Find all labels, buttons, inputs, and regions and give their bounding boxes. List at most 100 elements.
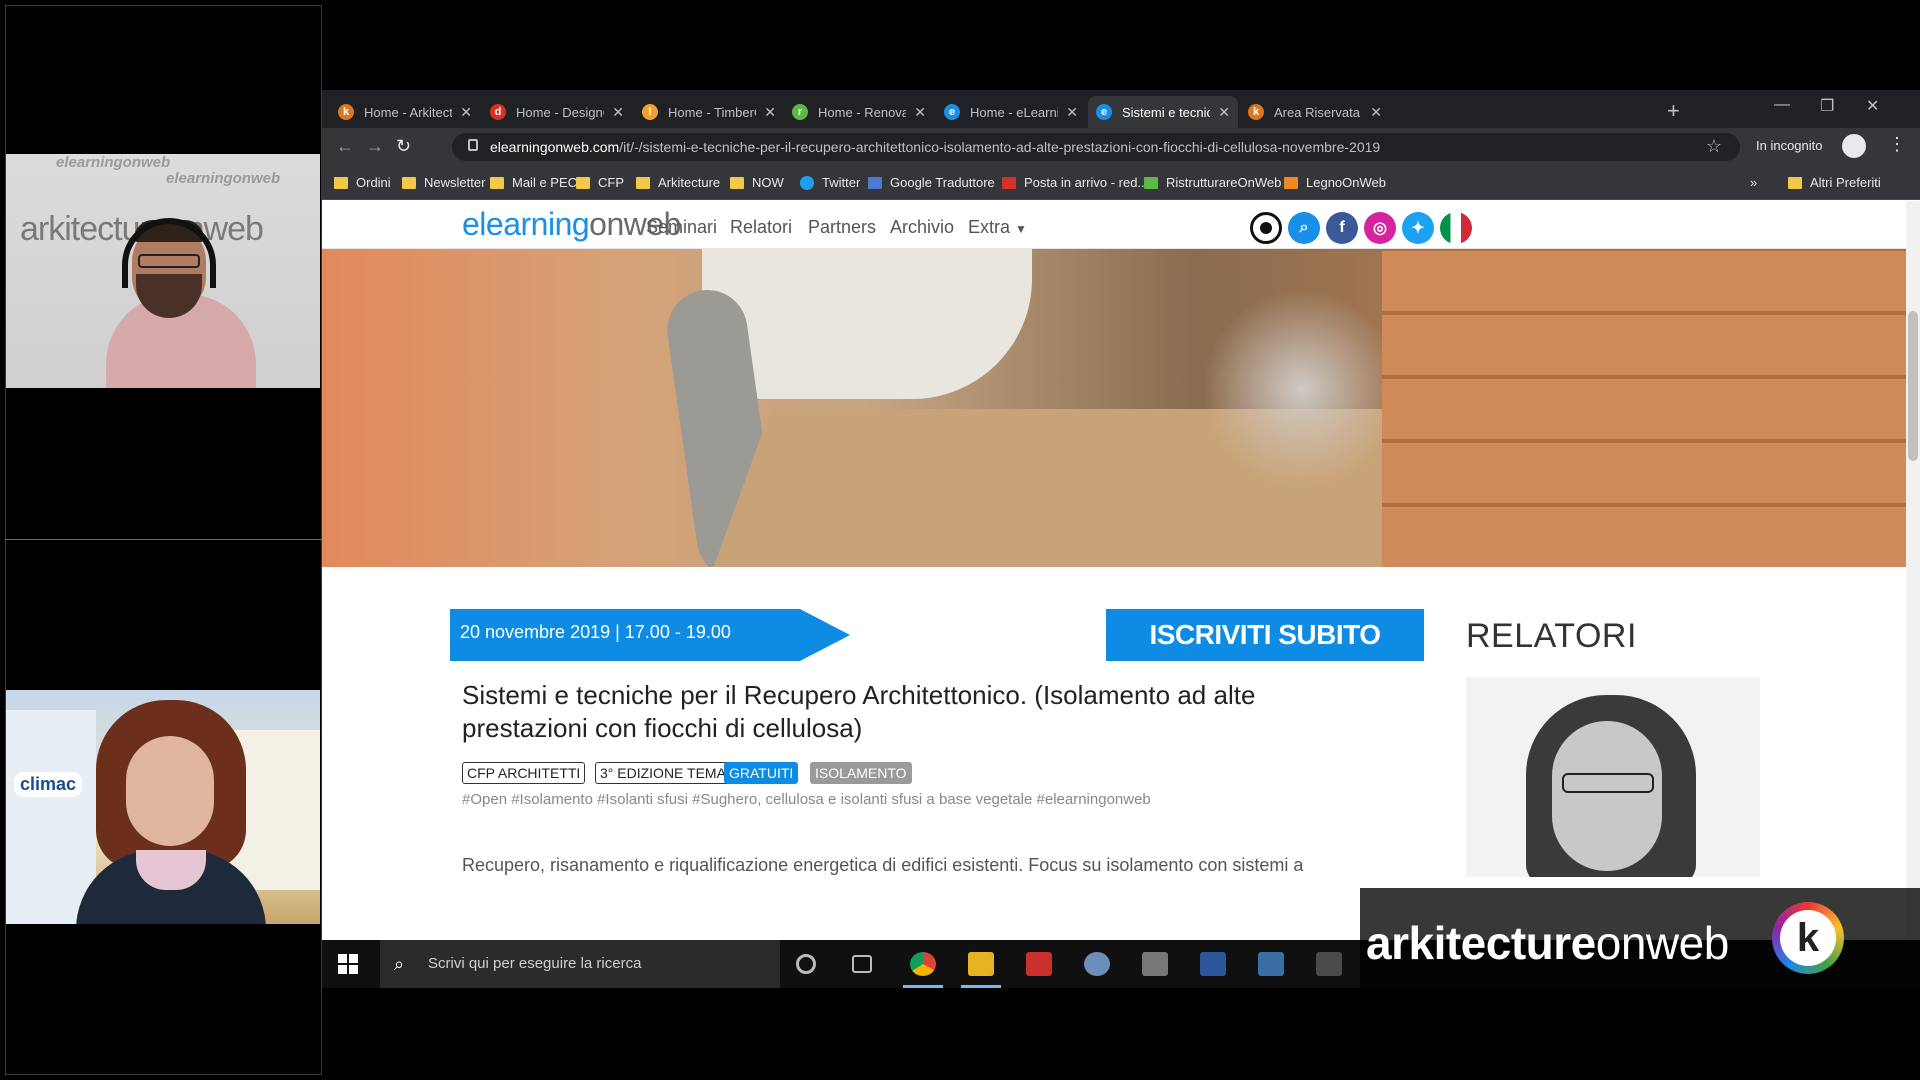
tag-gratuiti[interactable]: GRATUITI <box>724 762 799 784</box>
url-text: elearningonweb.com/it/-/sistemi-e-tecnic… <box>490 139 1380 155</box>
bookmark-item[interactable]: Arkitecture <box>636 175 720 190</box>
new-tab-button[interactable]: + <box>1667 98 1680 124</box>
bookmark-item[interactable]: NOW <box>730 175 784 190</box>
italian-flag-icon[interactable] <box>1440 212 1472 244</box>
nav-relatori[interactable]: Relatori <box>730 217 792 238</box>
address-bar[interactable]: elearningonweb.com/it/-/sistemi-e-tecnic… <box>452 133 1740 161</box>
timberon-icon: ! <box>642 104 658 120</box>
browser-tab[interactable]: e Home - eLearning ✕ <box>936 96 1086 128</box>
app-icon[interactable] <box>1084 952 1110 976</box>
incognito-icon[interactable] <box>1842 134 1866 158</box>
word-icon[interactable] <box>1200 952 1226 976</box>
bookmark-item[interactable]: RistrutturareOnWeb <box>1144 175 1281 190</box>
incognito-label: In incognito <box>1756 138 1823 153</box>
user-account-icon[interactable] <box>1250 212 1282 244</box>
web-page: elearning onweb Seminari Relatori Partner… <box>322 201 1920 988</box>
menu-icon[interactable]: ⋮ <box>1888 134 1906 155</box>
nav-extra[interactable]: Extra ▼ <box>968 217 1027 238</box>
back-icon[interactable]: ← <box>336 136 354 157</box>
brand-logo-letter: k <box>1780 910 1836 966</box>
folder-icon <box>730 176 744 189</box>
cortana-icon[interactable] <box>796 954 816 974</box>
tab-strip: k Home - Arkitectur ✕ d Home - DesignOn ✕! Hom… <box>322 90 1920 128</box>
tag-edizione[interactable]: 3° EDIZIONE TEMA <box>595 762 731 784</box>
bookmark-label: CFP <box>598 175 624 190</box>
app-icon-3[interactable] <box>1316 952 1342 976</box>
renovation-r-icon: r <box>792 104 808 120</box>
browser-tab[interactable]: d Home - DesignOn ✕ <box>482 96 632 128</box>
speaker-face <box>1552 721 1662 871</box>
bookmark-item[interactable]: LegnoOnWeb <box>1284 175 1386 190</box>
close-tab-icon[interactable]: ✕ <box>1370 104 1382 121</box>
browser-tab[interactable]: e Sistemi e tecniche ✕ <box>1088 96 1238 128</box>
bookmark-item[interactable]: Google Traduttore <box>868 175 995 190</box>
arkitecture-k-icon: k <box>1248 104 1264 120</box>
reload-icon[interactable]: ↻ <box>396 136 411 157</box>
bookmark-item[interactable]: Mail e PEC <box>490 175 577 190</box>
acrobat-icon[interactable] <box>1026 952 1052 976</box>
brand-text: arkitectureonweb <box>1366 916 1729 970</box>
other-bookmarks[interactable]: Altri Preferiti <box>1788 175 1881 190</box>
nav-partners[interactable]: Partners <box>808 217 876 238</box>
hashtags: #Open #Isolamento #Isolanti sfusi #Sughe… <box>462 791 1151 808</box>
bookmarks-overflow-button[interactable]: » <box>1750 175 1757 190</box>
bookmark-item[interactable]: Posta in arrivo - red... <box>1002 175 1148 190</box>
nav-archivio[interactable]: Archivio <box>890 217 954 238</box>
hero-image <box>322 249 1906 567</box>
bookmark-label: Twitter <box>822 175 861 190</box>
windows-start-icon[interactable] <box>338 954 358 974</box>
watermark-small-2: elearningonweb <box>166 170 281 187</box>
browser-tab[interactable]: ! Home - TimberOn ✕ <box>634 96 784 128</box>
twitter-icon <box>800 175 814 190</box>
app-icon-2[interactable] <box>1258 952 1284 976</box>
speakers-heading: RELATORI <box>1466 617 1637 655</box>
file-explorer-icon[interactable] <box>968 952 994 976</box>
close-tab-icon[interactable]: ✕ <box>612 104 624 121</box>
taskbar-search-box[interactable]: ⌕ Scrivi qui per eseguire la ricerca <box>380 940 780 988</box>
search-icon: ⌕ <box>394 954 405 974</box>
bookmark-star-icon[interactable]: ☆ <box>1706 136 1722 157</box>
browser-tab[interactable]: k Area Riservata - A ✕ <box>1240 96 1390 128</box>
browser-tab[interactable]: k Home - Arkitectur ✕ <box>330 96 480 128</box>
forward-icon[interactable]: → <box>366 136 384 157</box>
register-button[interactable]: ISCRIVITI SUBITO <box>1106 609 1424 661</box>
close-tab-icon[interactable]: ✕ <box>460 104 472 121</box>
folder-icon <box>1788 176 1802 189</box>
facebook-icon[interactable]: f <box>1326 212 1358 244</box>
folder-icon <box>636 176 650 189</box>
twitter-icon[interactable]: ✦ <box>1402 212 1434 244</box>
bookmark-label: Arkitecture <box>658 175 721 190</box>
url-domain: elearningonweb.com <box>490 139 620 155</box>
close-tab-icon[interactable]: ✕ <box>1066 104 1078 121</box>
task-view-icon[interactable] <box>852 955 872 973</box>
bookmarks-bar: Ordini Newsletter Mail e PEC CFP Arkitecture… <box>322 166 1920 200</box>
minimize-button[interactable]: — <box>1774 96 1790 114</box>
close-tab-icon[interactable]: ✕ <box>1218 104 1230 121</box>
search-icon[interactable]: ⌕ <box>1288 212 1320 244</box>
gmail-icon <box>1002 176 1016 189</box>
close-tab-icon[interactable]: ✕ <box>914 104 926 121</box>
calculator-icon[interactable] <box>1142 952 1168 976</box>
close-window-button[interactable]: ✕ <box>1866 96 1879 116</box>
lock-icon <box>468 139 478 151</box>
ristrutturare-icon <box>1144 176 1158 189</box>
scrollbar-thumb[interactable] <box>1908 311 1918 461</box>
speaker-photo[interactable] <box>1466 677 1760 877</box>
bookmark-item[interactable]: Twitter <box>800 175 860 190</box>
explorer-active-indicator <box>961 985 1001 988</box>
instagram-icon[interactable]: ◎ <box>1364 212 1396 244</box>
tab-title: Home - DesignOn <box>516 104 604 120</box>
tag-cfp-architetti[interactable]: CFP ARCHITETTI <box>462 762 586 784</box>
chrome-icon[interactable] <box>910 952 936 976</box>
screen: elearningonweb elearningonweb arkitectur… <box>0 0 1920 1080</box>
browser-tab[interactable]: r Home - Renovatio ✕ <box>784 96 934 128</box>
nav-seminari[interactable]: Seminari <box>646 217 717 238</box>
close-tab-icon[interactable]: ✕ <box>764 104 776 121</box>
tab-title: Home - Renovatio <box>818 104 907 120</box>
bookmark-item[interactable]: Ordini <box>334 175 391 190</box>
restore-button[interactable]: ❐ <box>1820 96 1834 116</box>
bookmark-item[interactable]: CFP <box>576 175 624 190</box>
bookmark-label: NOW <box>752 175 784 190</box>
bookmark-item[interactable]: Newsletter <box>402 175 485 190</box>
tag-isolamento[interactable]: ISOLAMENTO <box>810 762 912 784</box>
